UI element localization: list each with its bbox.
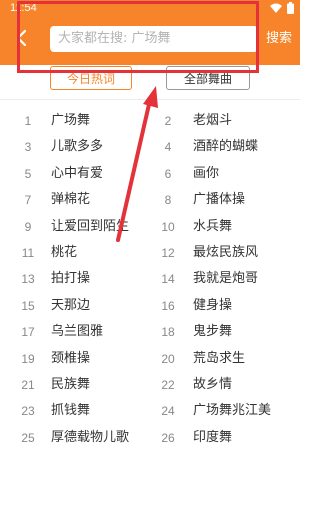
battery-icon [287,2,294,14]
rank-number: 25 [21,430,35,445]
list-item[interactable]: 我就是炮哥 [193,266,258,292]
list-item[interactable]: 儿歌多多 [51,134,103,160]
list-item[interactable]: 荒岛求生 [193,346,245,372]
rank-number: 21 [21,377,35,392]
list-item[interactable]: 民族舞 [51,372,90,398]
list-row: 11 桃花 12 最炫民族风 [0,240,300,266]
search-button[interactable]: 搜索 [266,28,292,50]
rank-number: 15 [21,298,35,313]
list-item[interactable]: 健身操 [193,293,232,319]
list-row: 7 弹棉花 8 广播体操 [0,187,300,213]
rank-number: 4 [164,140,172,155]
rank-number: 3 [24,140,32,155]
status-time: 11:54 [10,2,37,14]
list-item[interactable]: 故乡情 [193,372,232,398]
list-item[interactable]: 印度舞 [193,425,232,451]
list-row: 13 拍打操 14 我就是炮哥 [0,266,300,292]
rank-number: 6 [164,166,172,181]
list-item[interactable]: 抓钱舞 [51,398,90,424]
list-item[interactable]: 心中有爱 [51,161,103,187]
list-row: 17 乌兰图雅 18 鬼步舞 [0,319,300,345]
list-item[interactable]: 桃花 [51,240,77,266]
list-item[interactable]: 鬼步舞 [193,319,232,345]
list-row: 19 颈椎操 20 荒岛求生 [0,346,300,372]
tab-hot-words[interactable]: 今日热词 [50,66,132,90]
divider [0,99,300,100]
list-item[interactable]: 厚德载物儿歌 [51,425,129,451]
rank-number: 23 [21,404,35,419]
list-item[interactable]: 广播体操 [193,187,245,213]
rank-number: 14 [161,272,175,287]
list-item[interactable]: 画你 [193,161,219,187]
list-item[interactable]: 乌兰图雅 [51,319,103,345]
list-item[interactable]: 水兵舞 [193,214,232,240]
list-item[interactable]: 弹棉花 [51,187,90,213]
list-item[interactable]: 拍打操 [51,266,90,292]
back-arrow-icon[interactable] [12,28,32,48]
search-box[interactable]: 大家都在搜: 广场舞 [50,26,258,52]
list-item[interactable]: 颈椎操 [51,346,90,372]
list-row: 25 厚德载物儿歌 26 印度舞 [0,425,300,451]
rank-number: 8 [164,193,172,208]
list-row: 5 心中有爱 6 画你 [0,161,300,187]
search-input[interactable]: 大家都在搜: 广场舞 [58,26,171,52]
list-row: 3 儿歌多多 4 酒醉的蝴蝶 [0,134,300,160]
wifi-icon [270,3,282,13]
rank-number: 20 [161,351,175,366]
rank-number: 19 [21,351,35,366]
rank-number: 10 [161,219,175,234]
list-item[interactable]: 广场舞 [51,108,90,134]
rank-number: 22 [161,377,175,392]
list-item[interactable]: 酒醉的蝴蝶 [193,134,258,160]
rank-number: 18 [161,325,175,340]
list-item[interactable]: 天那边 [51,293,90,319]
rank-number: 1 [24,114,32,128]
list-row: 23 抓钱舞 24 广场舞兆江美 [0,398,300,424]
status-icons [270,2,294,14]
list-row: 9 让爱回到陌生 10 水兵舞 [0,214,300,240]
rank-number: 16 [161,298,175,313]
tab-all-dances[interactable]: 全部舞曲 [166,66,250,90]
top-bar: 11:54 大家都在搜: 广场舞 搜索 [0,0,300,65]
list-row: 1 广场舞 2 老烟斗 [0,108,300,134]
rank-number: 12 [161,245,175,260]
list-item[interactable]: 让爱回到陌生 [51,214,129,240]
rank-number: 17 [21,325,35,340]
list-item[interactable]: 广场舞兆江美 [193,398,271,424]
rank-number: 2 [164,114,172,128]
rank-number: 7 [24,193,32,208]
rank-number: 13 [21,272,35,287]
list-item[interactable]: 老烟斗 [193,108,232,134]
rank-number: 24 [161,404,175,419]
rank-number: 5 [24,166,32,181]
list-row: 15 天那边 16 健身操 [0,293,300,319]
rank-number: 26 [161,430,175,445]
rank-number: 9 [24,219,32,234]
rank-number: 11 [21,245,35,260]
list-item[interactable]: 最炫民族风 [193,240,258,266]
hot-word-list: 1 广场舞 2 老烟斗 3 儿歌多多 4 酒醉的蝴蝶 5 心中有爱 6 画你 7 弹棉花 8 广播体操 9 让爱回… [0,108,300,451]
list-row: 21 民族舞 22 故乡情 [0,372,300,398]
